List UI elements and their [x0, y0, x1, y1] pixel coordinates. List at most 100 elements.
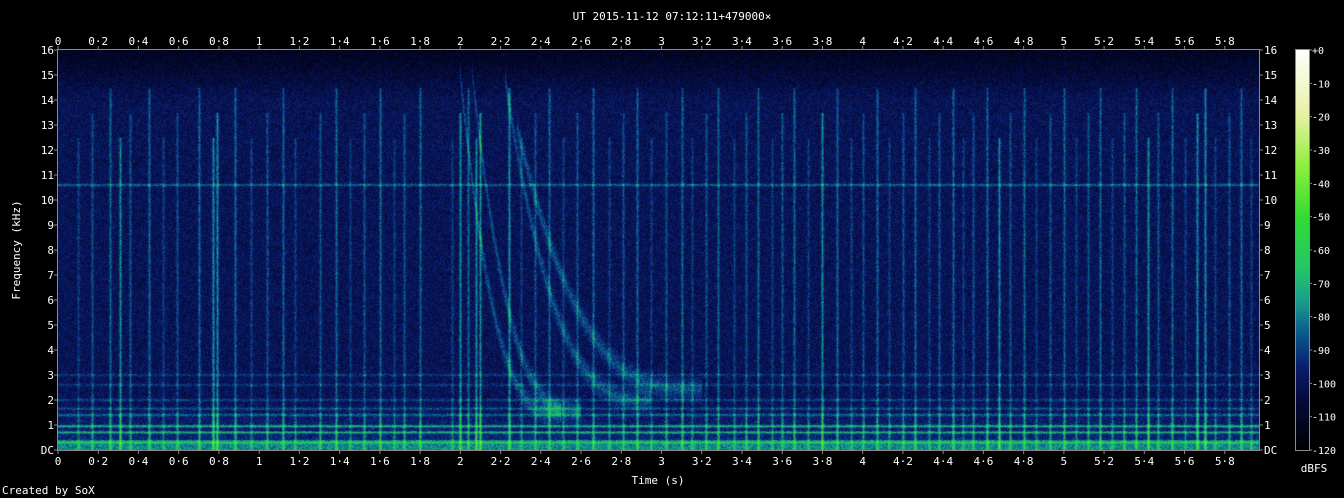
y-tick-label-left: 11 — [41, 169, 54, 182]
y-tick-label-left: 14 — [41, 94, 55, 107]
x-tick-label-bottom: 4·4 — [933, 455, 953, 468]
x-tick-label-bottom: 1·8 — [410, 455, 430, 468]
x-tick-label-bottom: 1 — [256, 455, 263, 468]
y-tick-label-right: 9 — [1264, 219, 1271, 232]
colorbar-tick-label: -80 — [1312, 313, 1330, 324]
x-tick-label-top: 2·6 — [571, 35, 591, 48]
x-tick-label-bottom: 3·4 — [732, 455, 752, 468]
y-tick-label-right: 1 — [1264, 419, 1271, 432]
x-tick-label-bottom: 1·4 — [330, 455, 350, 468]
x-tick-label-bottom: 0·4 — [129, 455, 149, 468]
x-tick-label-top: 1 — [256, 35, 263, 48]
y-tick-label-left: 2 — [47, 394, 54, 407]
y-tick-label-left: 5 — [47, 319, 54, 332]
x-tick-label-bottom: 5·6 — [1175, 455, 1195, 468]
y-tick-label-left: 8 — [47, 244, 54, 257]
x-tick-label-bottom: 2 — [457, 455, 464, 468]
x-tick-label-top: 1·4 — [330, 35, 350, 48]
x-tick-label-top: 5·8 — [1215, 35, 1235, 48]
x-tick-label-top: 4·2 — [893, 35, 913, 48]
x-tick-label-bottom: 3·8 — [813, 455, 833, 468]
x-axis-label: Time (s) — [632, 474, 685, 487]
y-axis-label: Frequency (kHz) — [10, 200, 23, 299]
colorbar — [1296, 50, 1309, 450]
x-tick-label-bottom: 4·6 — [973, 455, 993, 468]
y-tick-label-right: 12 — [1264, 144, 1277, 157]
x-tick-label-bottom: 0·2 — [88, 455, 108, 468]
x-tick-label-bottom: 2·4 — [531, 455, 551, 468]
x-tick-label-bottom: 5 — [1061, 455, 1068, 468]
y-tick-label-left: 15 — [41, 69, 54, 82]
x-tick-label-top: 2·8 — [611, 35, 631, 48]
colorbar-tick-label: -10 — [1312, 79, 1330, 90]
y-tick-label-right: 6 — [1264, 294, 1271, 307]
x-tick-label-bottom: 4·2 — [893, 455, 913, 468]
x-tick-label-top: 3·2 — [692, 35, 712, 48]
colorbar-tick-label: -110 — [1312, 413, 1336, 424]
created-by-label: Created by SoX — [2, 484, 95, 497]
x-tick-label-top: 4·4 — [933, 35, 953, 48]
x-tick-label-bottom: 5·8 — [1215, 455, 1235, 468]
y-tick-label-left: 9 — [47, 219, 54, 232]
colorbar-tick-label: +0 — [1312, 46, 1324, 57]
x-tick-label-bottom: 2·6 — [571, 455, 591, 468]
colorbar-tick-label: -60 — [1312, 246, 1330, 257]
x-tick-label-bottom: 5·2 — [1094, 455, 1114, 468]
y-tick-label-left: 10 — [41, 194, 54, 207]
y-tick-label-right: 16 — [1264, 44, 1277, 57]
x-tick-label-top: 0 — [55, 35, 62, 48]
x-tick-label-top: 1·8 — [410, 35, 430, 48]
colorbar-tick-label: -20 — [1312, 113, 1330, 124]
y-tick-label-left: 13 — [41, 119, 54, 132]
x-tick-label-top: 3·4 — [732, 35, 752, 48]
x-tick-label-bottom: 0 — [55, 455, 62, 468]
y-tick-label-left: 12 — [41, 144, 54, 157]
x-tick-label-bottom: 3 — [658, 455, 665, 468]
x-tick-label-top: 4·6 — [973, 35, 993, 48]
x-tick-label-top: 2·4 — [531, 35, 551, 48]
y-tick-label-left: 16 — [41, 44, 54, 57]
x-tick-label-bottom: 5·4 — [1134, 455, 1154, 468]
chart-title: UT 2015-11-12 07:12:11+479000× — [573, 10, 772, 23]
x-tick-label-bottom: 3·6 — [772, 455, 792, 468]
x-tick-label-top: 5·6 — [1175, 35, 1195, 48]
x-tick-label-top: 1·2 — [289, 35, 309, 48]
x-tick-label-top: 1·6 — [370, 35, 390, 48]
x-tick-label-bottom: 4 — [859, 455, 866, 468]
colorbar-label: dBFS — [1301, 462, 1328, 475]
x-tick-label-top: 5·4 — [1134, 35, 1154, 48]
colorbar-tick-label: -90 — [1312, 346, 1330, 357]
y-tick-label-left: 1 — [47, 419, 54, 432]
y-tick-label-left: DC — [41, 444, 54, 457]
x-tick-label-bottom: 1·2 — [289, 455, 309, 468]
x-tick-label-top: 5 — [1061, 35, 1068, 48]
x-tick-label-bottom: 0·6 — [169, 455, 189, 468]
x-tick-label-top: 0·6 — [169, 35, 189, 48]
colorbar-tick-label: -120 — [1312, 446, 1336, 457]
colorbar-tick-label: -100 — [1312, 379, 1336, 390]
x-tick-label-top: 3·8 — [813, 35, 833, 48]
colorbar-tick-label: -40 — [1312, 179, 1330, 190]
x-tick-label-bottom: 1·6 — [370, 455, 390, 468]
y-tick-label-right: 10 — [1264, 194, 1277, 207]
x-tick-label-top: 0·4 — [129, 35, 149, 48]
y-tick-label-right: 4 — [1264, 344, 1271, 357]
x-tick-label-top: 0·2 — [88, 35, 108, 48]
y-tick-label-right: 15 — [1264, 69, 1277, 82]
y-tick-label-right: 5 — [1264, 319, 1271, 332]
x-tick-label-top: 4·8 — [1014, 35, 1034, 48]
x-tick-label-top: 2·2 — [491, 35, 511, 48]
x-tick-label-top: 5·2 — [1094, 35, 1114, 48]
x-tick-label-top: 4 — [859, 35, 866, 48]
colorbar-tick-label: -50 — [1312, 213, 1330, 224]
y-tick-label-right: 14 — [1264, 94, 1278, 107]
y-tick-label-right: 11 — [1264, 169, 1277, 182]
y-tick-label-right: 3 — [1264, 369, 1271, 382]
x-tick-label-bottom: 2·2 — [491, 455, 511, 468]
spectrogram-chart: UT 2015-11-12 07:12:11+479000× 0 0·2 0·4 0·… — [0, 0, 1344, 498]
x-tick-label-bottom: 3·2 — [692, 455, 712, 468]
y-tick-label-left: 3 — [47, 369, 54, 382]
y-tick-label-left: 6 — [47, 294, 54, 307]
x-tick-label-top: 3·6 — [772, 35, 792, 48]
colorbar-tick-label: -30 — [1312, 146, 1330, 157]
